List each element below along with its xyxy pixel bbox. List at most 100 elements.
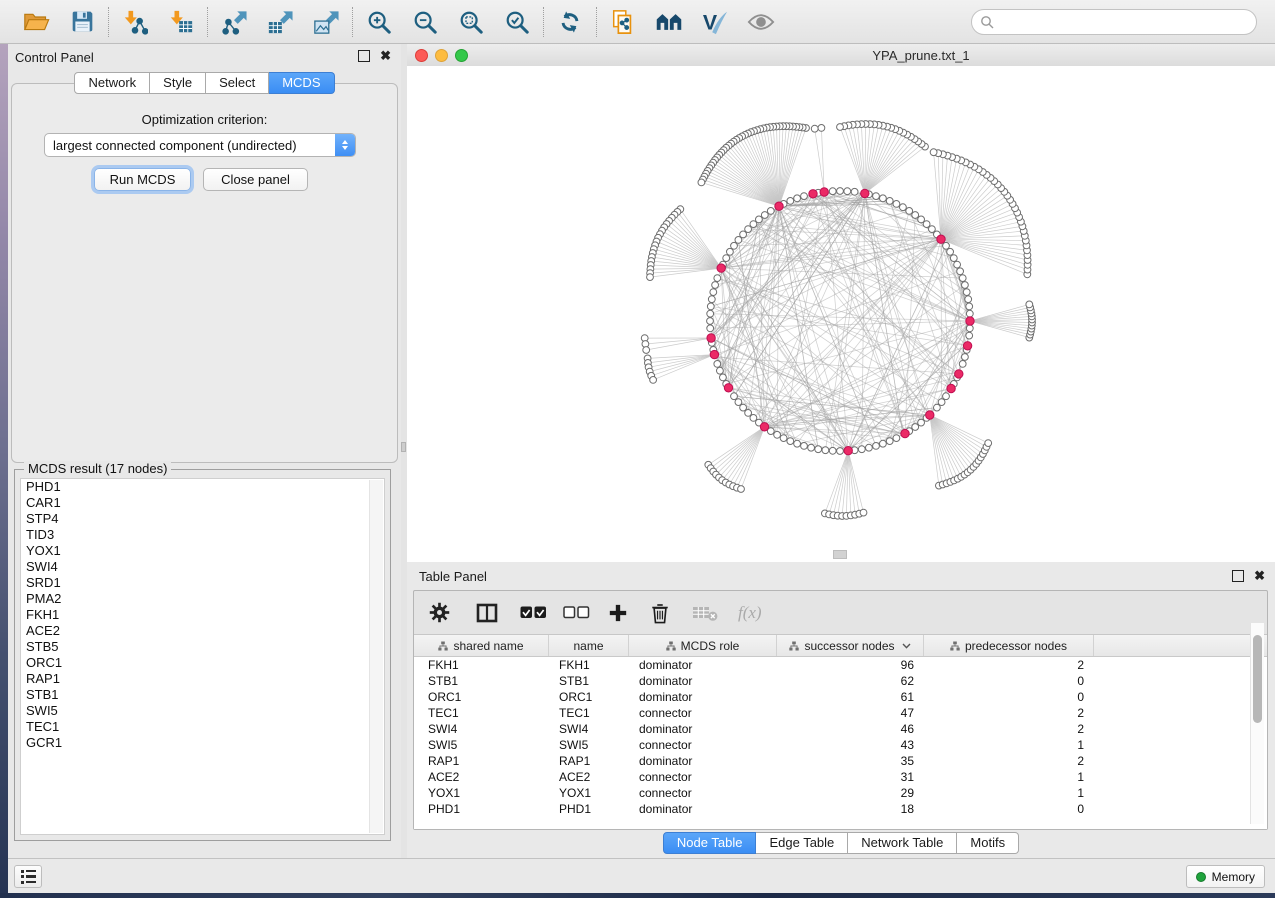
graph-node[interactable]: [957, 268, 964, 275]
graph-node[interactable]: [815, 446, 822, 453]
graph-mcds-node[interactable]: [947, 384, 955, 392]
graph-mcds-node[interactable]: [775, 202, 783, 210]
graph-mcds-node[interactable]: [926, 411, 934, 419]
graph-leaf-node[interactable]: [647, 274, 654, 281]
graph-leaf-node[interactable]: [650, 377, 657, 384]
graph-node[interactable]: [808, 444, 815, 451]
open-icon[interactable]: [21, 7, 51, 37]
graph-leaf-node[interactable]: [643, 347, 650, 354]
graph-node[interactable]: [740, 404, 747, 411]
graph-node[interactable]: [963, 289, 970, 296]
graph-node[interactable]: [707, 325, 714, 332]
tab-mcds[interactable]: MCDS: [269, 72, 334, 94]
maximize-window-icon[interactable]: [455, 49, 468, 62]
graph-node[interactable]: [943, 393, 950, 400]
clone-network-icon[interactable]: [608, 7, 638, 37]
graph-node[interactable]: [761, 212, 768, 219]
vizmapper-icon[interactable]: V: [700, 7, 730, 37]
graph-mcds-node[interactable]: [717, 264, 725, 272]
table-row-yox1[interactable]: YOX1YOX1connector291: [414, 785, 1267, 801]
mcds-node[interactable]: PMA2: [21, 591, 384, 607]
graph-node[interactable]: [893, 201, 900, 208]
graph-node[interactable]: [837, 448, 844, 455]
graph-node[interactable]: [710, 289, 717, 296]
graph-node[interactable]: [880, 195, 887, 202]
graph-node[interactable]: [959, 361, 966, 368]
table-row-rap1[interactable]: RAP1RAP1dominator352: [414, 753, 1267, 769]
graph-node[interactable]: [938, 399, 945, 406]
import-network-icon[interactable]: [120, 7, 150, 37]
graph-node[interactable]: [745, 410, 752, 417]
table-row-orc1[interactable]: ORC1ORC1dominator610: [414, 689, 1267, 705]
table-row-fkh1[interactable]: FKH1FKH1dominator962: [414, 657, 1267, 673]
graph-node[interactable]: [774, 431, 781, 438]
graph-node[interactable]: [950, 255, 957, 262]
graph-node[interactable]: [745, 226, 752, 233]
graph-node[interactable]: [720, 374, 727, 381]
task-history-button[interactable]: [14, 865, 42, 888]
mcds-node[interactable]: RAP1: [21, 671, 384, 687]
import-table-icon[interactable]: [166, 7, 196, 37]
graph-node[interactable]: [787, 438, 794, 445]
columns-icon[interactable]: [476, 603, 498, 623]
graph-node[interactable]: [943, 242, 950, 249]
graph-leaf-node[interactable]: [985, 440, 992, 447]
close-panel-icon[interactable]: ✖: [1254, 570, 1265, 582]
graph-node[interactable]: [966, 332, 973, 339]
graph-node[interactable]: [954, 261, 961, 268]
first-neighbors-icon[interactable]: [654, 7, 684, 37]
zoom-out-icon[interactable]: [410, 7, 440, 37]
refresh-icon[interactable]: [555, 7, 585, 37]
close-panel-button[interactable]: Close panel: [203, 168, 308, 191]
graph-node[interactable]: [822, 447, 829, 454]
mcds-node[interactable]: TID3: [21, 527, 384, 543]
table-row-swi4[interactable]: SWI4SWI4dominator462: [414, 721, 1267, 737]
graph-mcds-node[interactable]: [707, 334, 715, 342]
graph-node[interactable]: [837, 188, 844, 195]
zoom-in-icon[interactable]: [364, 7, 394, 37]
graph-node[interactable]: [966, 310, 973, 317]
graph-mcds-node[interactable]: [966, 317, 974, 325]
graph-node[interactable]: [962, 354, 969, 361]
column-header-shared-name[interactable]: shared name: [414, 635, 549, 656]
graph-node[interactable]: [717, 367, 724, 374]
graph-leaf-node[interactable]: [837, 124, 844, 131]
zoom-fit-icon[interactable]: [456, 7, 486, 37]
close-window-icon[interactable]: [415, 49, 428, 62]
table-row-tec1[interactable]: TEC1TEC1connector472: [414, 705, 1267, 721]
tab-edge-table[interactable]: Edge Table: [756, 832, 848, 854]
minimize-window-icon[interactable]: [435, 49, 448, 62]
search-box[interactable]: [971, 9, 1257, 35]
graph-node[interactable]: [707, 310, 714, 317]
graph-mcds-node[interactable]: [724, 384, 732, 392]
mcds-node[interactable]: STB5: [21, 639, 384, 655]
graph-node[interactable]: [708, 296, 715, 303]
graph-node[interactable]: [965, 296, 972, 303]
column-header-mcds-role[interactable]: MCDS role: [629, 635, 777, 656]
graph-leaf-node[interactable]: [860, 509, 867, 516]
graph-mcds-node[interactable]: [809, 190, 817, 198]
graph-node[interactable]: [801, 443, 808, 450]
graph-node[interactable]: [966, 303, 973, 310]
float-panel-icon[interactable]: [358, 50, 370, 62]
table-scrollbar[interactable]: [1250, 623, 1264, 824]
mcds-node[interactable]: CAR1: [21, 495, 384, 511]
mcds-node[interactable]: SRD1: [21, 575, 384, 591]
graph-leaf-node[interactable]: [738, 486, 745, 493]
graph-node[interactable]: [959, 275, 966, 282]
tab-network[interactable]: Network: [74, 72, 150, 94]
graph-node[interactable]: [829, 188, 836, 195]
mcds-node[interactable]: YOX1: [21, 543, 384, 559]
mcds-node[interactable]: STP4: [21, 511, 384, 527]
add-icon[interactable]: [608, 603, 628, 623]
select-all-icon[interactable]: [520, 606, 547, 619]
delete-icon[interactable]: [650, 602, 670, 624]
column-header-name[interactable]: name: [549, 635, 629, 656]
mcds-node[interactable]: SWI4: [21, 559, 384, 575]
graph-node[interactable]: [714, 275, 721, 282]
graph-leaf-node[interactable]: [698, 179, 705, 186]
gear-icon[interactable]: [429, 602, 450, 623]
graph-node[interactable]: [829, 447, 836, 454]
graph-node[interactable]: [844, 188, 851, 195]
mcds-node[interactable]: STB1: [21, 687, 384, 703]
